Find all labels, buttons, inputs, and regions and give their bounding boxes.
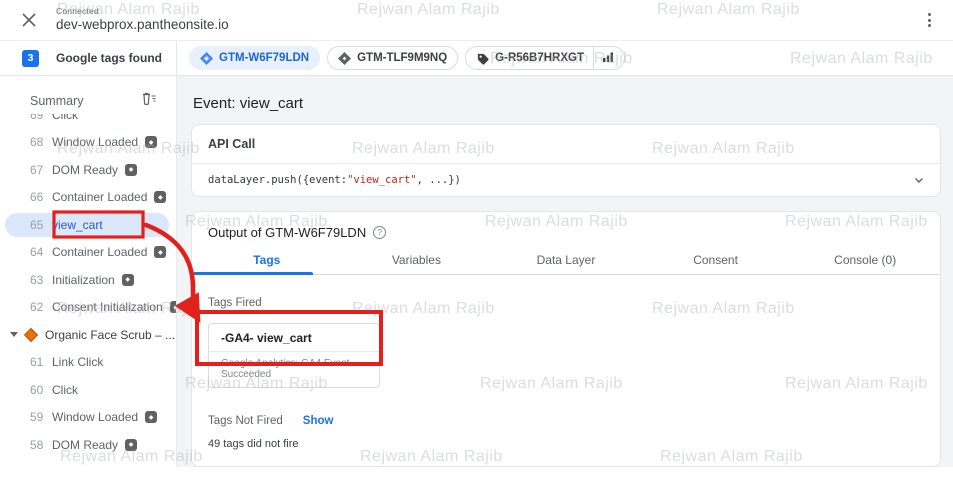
tab-console[interactable]: Console (0) — [790, 249, 940, 274]
help-icon[interactable]: ? — [373, 226, 386, 239]
event-detail-panel: Event: view_cart API Call dataLayer.push… — [177, 76, 953, 476]
title-bar: Connected dev-webprox.pantheonsite.io — [0, 0, 953, 41]
page-title: Event: view_cart — [193, 95, 941, 112]
container-badge-icon: ◆ — [145, 136, 157, 148]
sidebar-event-59-window-loaded[interactable]: 59 Window Loaded ◆ — [0, 404, 176, 432]
gtm-output-card: Output of GTM-W6F79LDN ? Tags Variables … — [191, 211, 941, 467]
api-call-header: API Call — [192, 125, 940, 164]
event-sidebar: Summary 69 Click 68 Window Loaded ◆ 67 D… — [0, 76, 177, 476]
active-tab-underline — [193, 272, 313, 275]
sidebar-event-62-consent-initialization[interactable]: 62 Consent Initialization ◆ — [0, 294, 176, 322]
expand-chevron-icon[interactable] — [912, 173, 926, 187]
container-badge-icon: ◆ — [125, 164, 137, 176]
tab-tags[interactable]: Tags — [192, 249, 342, 274]
connection-status: Connected — [56, 7, 229, 16]
chip-divider — [593, 47, 594, 69]
tag-count-badge: 3 — [22, 50, 39, 67]
clear-events-icon[interactable] — [140, 91, 156, 111]
container-badge-icon: ◆ — [170, 301, 176, 313]
tag-chip-gtm-tlf9m9nq[interactable]: GTM-TLF9M9NQ — [327, 46, 458, 70]
container-badge-icon: ◆ — [154, 191, 166, 203]
bottom-strip — [0, 467, 953, 476]
sidebar-event-63-initialization[interactable]: 63 Initialization ◆ — [0, 266, 176, 294]
show-link[interactable]: Show — [303, 415, 334, 427]
container-badge-icon: ◆ — [145, 411, 157, 423]
page-diamond-icon — [24, 328, 38, 342]
sidebar-event-60-click[interactable]: 60 Click — [0, 376, 176, 404]
fired-tag-name[interactable]: -GA4- view_cart — [209, 324, 379, 352]
tab-data-layer[interactable]: Data Layer — [491, 249, 641, 274]
sidebar-event-61-link-click[interactable]: 61 Link Click — [0, 349, 176, 377]
tab-consent[interactable]: Consent — [641, 249, 791, 274]
sidebar-event-69-click[interactable]: 69 Click — [0, 114, 176, 129]
sidebar-event-64-container-loaded[interactable]: 64 Container Loaded ◆ — [0, 239, 176, 267]
bar-chart-icon[interactable] — [602, 51, 614, 66]
tag-chip-gtm-w6f79ldn[interactable]: GTM-W6F79LDN — [189, 46, 320, 70]
sidebar-event-68-window-loaded[interactable]: 68 Window Loaded ◆ — [0, 129, 176, 157]
chevron-down-icon[interactable] — [10, 332, 18, 337]
api-call-card: API Call dataLayer.push({event: "view_ca… — [191, 124, 941, 197]
vertical-divider — [176, 41, 177, 76]
container-badge-icon: ◆ — [154, 246, 166, 258]
code-string: "view_cart" — [347, 174, 417, 186]
chip-label: GTM-W6F79LDN — [219, 52, 309, 64]
tag-chip-g-r56b7hrxgt[interactable]: G-R56B7HRXGT — [465, 46, 625, 70]
sidebar-event-65-view-cart[interactable]: 65 view_cart — [0, 211, 176, 239]
fired-tag-card[interactable]: -GA4- view_cart Google Analytics: GA4 Ev… — [208, 323, 380, 388]
api-call-code-row: dataLayer.push({event: "view_cart", ...}… — [192, 164, 940, 196]
gtm-diamond-icon — [338, 52, 351, 65]
more-options-icon[interactable] — [921, 10, 937, 30]
sidebar-event-58-dom-ready[interactable]: 58 DOM Ready ◆ — [0, 431, 176, 459]
tags-not-fired-label: Tags Not Fired — [208, 415, 283, 427]
output-title: Output of GTM-W6F79LDN — [208, 225, 366, 240]
event-list: 69 Click 68 Window Loaded ◆ 67 DOM Ready… — [0, 114, 176, 476]
gtm-diamond-icon — [200, 52, 213, 65]
google-tag-icon — [476, 52, 489, 65]
connected-domain: dev-webprox.pantheonsite.io — [56, 18, 229, 33]
sidebar-page-organic-face-scrub[interactable]: Organic Face Scrub – ... — [0, 321, 176, 349]
close-icon[interactable] — [20, 11, 38, 29]
tags-found-label: Google tags found — [56, 51, 162, 65]
tags-not-fired-info: 49 tags did not fire — [208, 438, 924, 450]
tags-fired-label: Tags Fired — [208, 297, 924, 309]
output-tabs: Tags Variables Data Layer Consent Consol… — [192, 249, 940, 275]
container-badge-icon: ◆ — [125, 439, 137, 451]
chip-label: G-R56B7HRXGT — [495, 52, 584, 64]
container-badge-icon: ◆ — [122, 274, 134, 286]
tab-variables[interactable]: Variables — [342, 249, 492, 274]
sidebar-event-67-dom-ready[interactable]: 67 DOM Ready ◆ — [0, 156, 176, 184]
summary-label[interactable]: Summary — [30, 94, 83, 108]
chip-label: GTM-TLF9M9NQ — [357, 52, 447, 64]
fired-tag-description: Google Analytics: GA4 Event - Succeeded — [209, 352, 379, 387]
sidebar-event-66-container-loaded[interactable]: 66 Container Loaded ◆ — [0, 184, 176, 212]
tags-found-bar: 3 Google tags found GTM-W6F79LDN GTM-TLF… — [0, 41, 953, 76]
